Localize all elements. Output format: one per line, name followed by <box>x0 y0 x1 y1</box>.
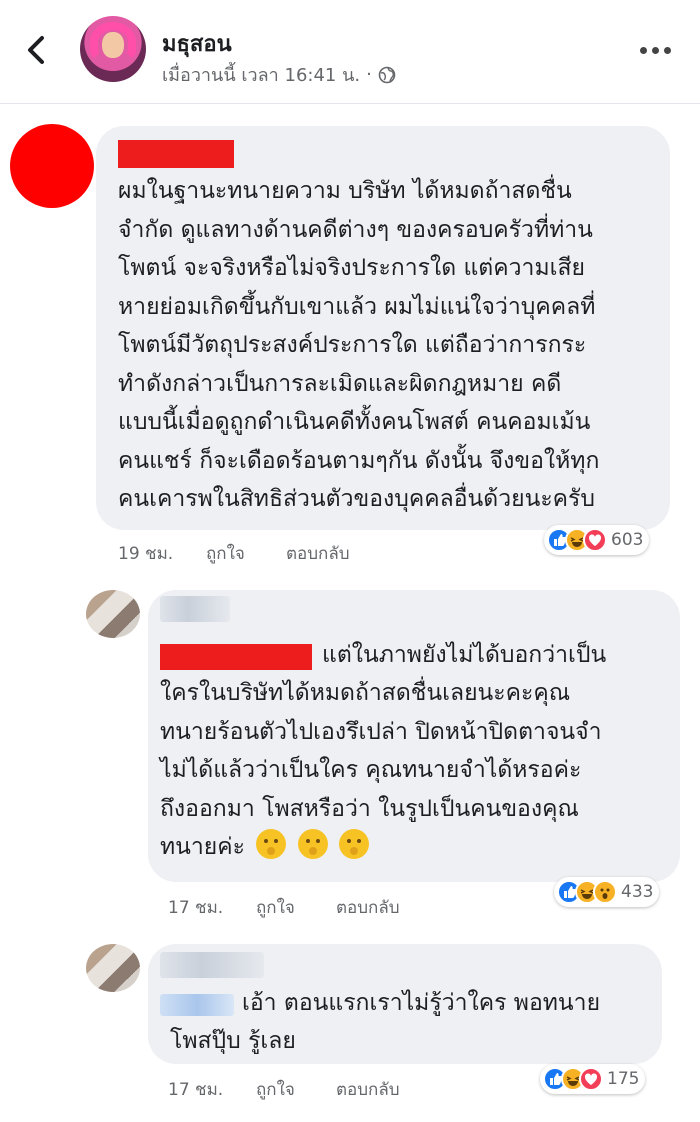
page-avatar[interactable] <box>80 16 146 82</box>
blurred-replier-name <box>160 596 230 622</box>
post-header: มธุสอน เมื่อวานนี้ เวลา 16:41 น. · <box>0 0 700 104</box>
reaction-count: 603 <box>611 530 644 550</box>
reaction-count: 175 <box>607 1069 640 1089</box>
reply-text-body: ใครในบริษัทได้หมดถ้าสดชื่นเลยนะคะคุณ ทนา… <box>160 674 602 867</box>
globe-icon <box>378 66 396 83</box>
comment-line: โพตน์มีวัตถุประสงค์ประการใด แต่ถือว่าการ… <box>118 332 587 358</box>
shushing-face-icon <box>297 829 328 859</box>
reaction-count: 433 <box>621 882 654 902</box>
comment-line: คนเคารพในสิทธิส่วนตัวของบุคคลอื่นด้วยนะค… <box>118 486 596 512</box>
reply-line: แต่ในภาพยังไม่ได้บอกว่าเป็น <box>322 642 607 668</box>
reply-line: โพสปุ๊บ รู้เลย <box>170 1028 296 1054</box>
shushing-face-icon <box>256 829 287 859</box>
avatar-face <box>102 32 124 58</box>
comment-line: หายย่อมเกิดขึ้นกับเขาแล้ว ผมไม่แน่ใจว่าบ… <box>118 293 596 320</box>
replier-avatar-blurred[interactable] <box>86 590 140 638</box>
comment-line: โพตน์ จะจริงหรือไม่จริงประการใด แต่ความเ… <box>118 255 585 281</box>
reply-line: ทนายร้อนตัวไปเองรึเปล่า ปิดหน้าปิดตาจนจำ <box>160 718 602 745</box>
wow-icon <box>593 880 617 904</box>
comment-line: จำกัด ดูแลทางด้านคดีต่างๆ ของครอบครัวที่… <box>118 216 593 243</box>
like-reply-button[interactable]: ถูกใจ <box>256 1076 295 1103</box>
comment-text: ผมในฐานะทนายความ บริษัท ได้หมดถ้าสดชื่น … <box>118 172 599 519</box>
reply-text-body: โพสปุ๊บ รู้เลย <box>170 1022 296 1061</box>
blurred-replier-name <box>160 952 264 978</box>
shushing-face-icon <box>338 829 369 859</box>
more-dot <box>640 46 647 54</box>
reply-line-last: ทนายค่ะ <box>160 828 602 867</box>
reply-time[interactable]: 17 ชม. <box>168 1076 223 1103</box>
comment-time[interactable]: 19 ชม. <box>118 540 173 567</box>
love-icon <box>583 528 607 552</box>
back-button[interactable] <box>20 30 56 70</box>
love-icon <box>579 1067 603 1091</box>
reply-last-text: ทนายค่ะ <box>160 834 246 860</box>
commenter-avatar-redacted[interactable] <box>10 124 94 208</box>
reaction-summary[interactable]: 433 <box>554 877 660 907</box>
page-name[interactable]: มธุสอน <box>162 26 232 61</box>
comment-line: แบบนี้เมื่อดูถูกดำเนินคดีทั้งคนโพสต์ คนค… <box>118 409 591 435</box>
redacted-mention <box>160 644 312 670</box>
reply-text: แต่ในภาพยังไม่ได้บอกว่าเป็น <box>322 636 606 675</box>
comment-line: ผมในฐานะทนายความ บริษัท ได้หมดถ้าสดชื่น <box>118 178 572 204</box>
replier-avatar-blurred[interactable] <box>86 944 140 992</box>
reaction-summary[interactable]: 175 <box>540 1064 646 1094</box>
post-time[interactable]: เมื่อวานนี้ เวลา 16:41 น. <box>162 60 360 89</box>
reply-line: ไม่ได้แล้วว่าเป็นใคร คุณทนายจำได้หรอค่ะ <box>160 757 582 783</box>
reply-line: ถึงออกมา โพสหรือว่า ในรูปเป็นคนของคุณ <box>160 795 579 822</box>
reply-line: ใครในบริษัทได้หมดถ้าสดชื่นเลยนะคะคุณ <box>160 680 571 706</box>
reaction-summary[interactable]: 603 <box>544 525 650 555</box>
reply-line: เอ้า ตอนแรกเราไม่รู้ว่าใคร พอทนาย <box>242 990 601 1016</box>
comment-line: ทำดังกล่าวเป็นการละเมิดและผิดกฎหมาย คดี <box>118 370 562 397</box>
post-meta: เมื่อวานนี้ เวลา 16:41 น. · <box>162 60 396 89</box>
meta-separator: · <box>366 64 372 85</box>
like-reply-button[interactable]: ถูกใจ <box>256 894 295 921</box>
reply-text: เอ้า ตอนแรกเราไม่รู้ว่าใคร พอทนาย <box>242 984 600 1023</box>
reply-reply-button[interactable]: ตอบกลับ <box>336 894 400 921</box>
reply-time[interactable]: 17 ชม. <box>168 894 223 921</box>
more-dot <box>664 46 671 54</box>
reply-reply-button[interactable]: ตอบกลับ <box>336 1076 400 1103</box>
reply-comment-button[interactable]: ตอบกลับ <box>286 540 350 567</box>
more-options-button[interactable] <box>640 40 684 60</box>
blurred-mention <box>160 994 234 1016</box>
more-dot <box>652 46 659 54</box>
redacted-commenter-name <box>118 140 234 168</box>
back-arrow-icon <box>28 36 44 64</box>
comment-line: คนแชร์ ก็จะเดือดร้อนตามๆกัน ดังนั้น จึงข… <box>118 447 600 474</box>
like-comment-button[interactable]: ถูกใจ <box>206 540 245 567</box>
